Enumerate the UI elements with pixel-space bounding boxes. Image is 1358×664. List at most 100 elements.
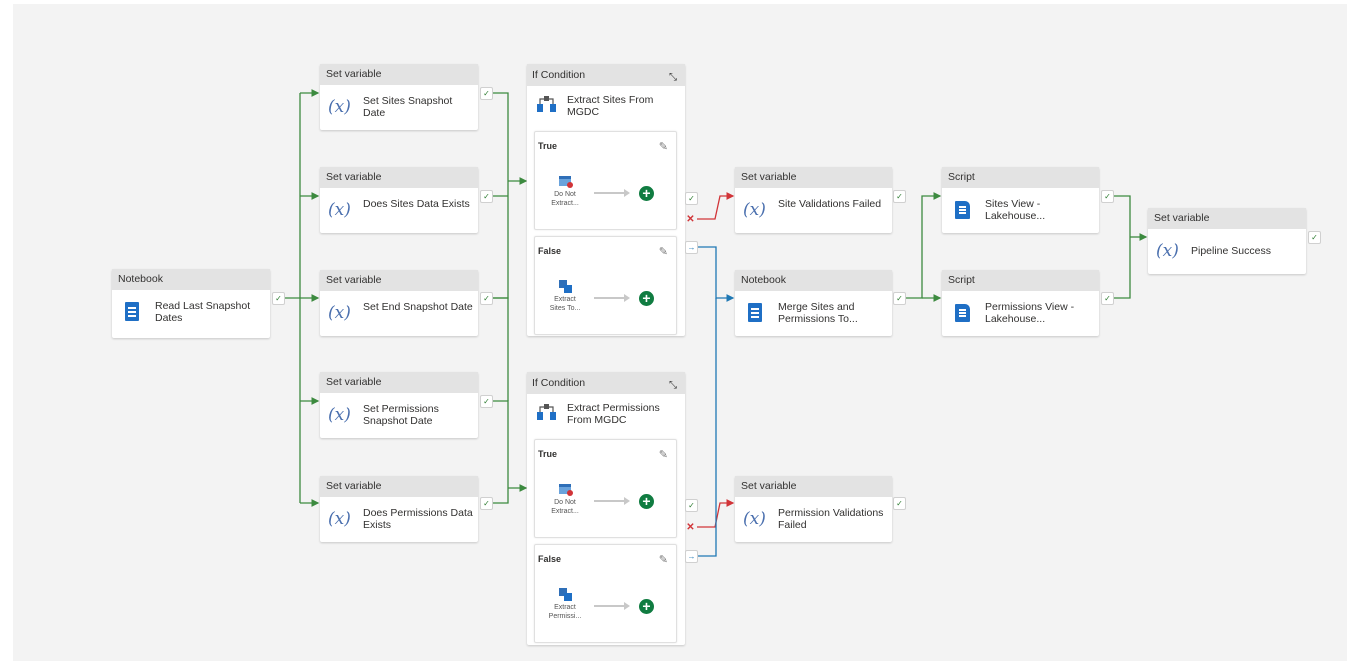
activity-type-label: Script — [942, 270, 1099, 291]
activity-type-label: Set variable — [320, 372, 478, 393]
branch-activity-name: Do Not Extract... — [551, 499, 579, 515]
notebook-merge-sites-and-permissions[interactable]: Notebook Merge Sites and Permissions To.… — [735, 270, 892, 336]
plus-icon[interactable]: + — [639, 494, 654, 509]
notebook-icon — [125, 302, 139, 321]
script-permissions-view-lakehouse[interactable]: Script Permissions View - Lakehouse... — [942, 270, 1099, 336]
activity-name: Pipeline Success — [1191, 245, 1271, 257]
variable-x-icon: (x) — [743, 200, 766, 220]
script-icon — [955, 304, 970, 322]
activity-type-label: Set variable — [735, 167, 892, 188]
setvar-does-sites-data-exists[interactable]: Set variable (x) Does Sites Data Exists — [320, 167, 478, 233]
setvar-permission-validations-failed[interactable]: Set variable (x) Permission Validations F… — [735, 476, 892, 542]
activity-type-label: If Condition — [532, 69, 586, 81]
script-sites-view-lakehouse[interactable]: Script Sites View - Lakehouse... — [942, 167, 1099, 233]
branch-label: False — [538, 246, 562, 256]
setvar-does-permissions-data-exists[interactable]: Set variable (x) Does Permissions Data Ex… — [320, 476, 478, 542]
branch-label: True — [538, 141, 558, 151]
copy-data-icon — [559, 588, 572, 601]
activity-type-label: Set variable — [735, 476, 892, 497]
branch-label: True — [538, 449, 558, 459]
pencil-icon[interactable]: ✎ — [659, 448, 668, 461]
if-condition-extract-permissions[interactable]: If Condition ⤡ Extract Permissions From M… — [527, 372, 685, 645]
add-arrow — [594, 294, 630, 302]
branch-activity-name: Extract Permissi... — [548, 604, 582, 620]
activity-name: Does Permissions Data Exists — [363, 507, 473, 531]
collapse-icon[interactable]: ⤡ — [669, 67, 677, 89]
variable-x-icon: (x) — [328, 200, 351, 220]
activity-type-label: Set variable — [320, 64, 478, 85]
activity-name: Merge Sites and Permissions To... — [778, 301, 858, 325]
copy-data-icon — [559, 280, 572, 293]
activity-name: Does Sites Data Exists — [363, 198, 470, 210]
activity-name: Read Last Snapshot Dates — [155, 300, 251, 324]
success-port-checkmark-icon[interactable]: ✓ — [893, 292, 906, 305]
branch-label: False — [538, 554, 562, 564]
activity-name: Set End Snapshot Date — [363, 301, 473, 313]
set-variable-fail-icon — [559, 176, 573, 188]
setvar-site-validations-failed[interactable]: Set variable (x) Site Validations Failed — [735, 167, 892, 233]
activity-type-label: Script — [942, 167, 1099, 188]
success-port-checkmark-icon[interactable]: ✓ — [685, 192, 698, 205]
if-condition-title: Extract Sites From MGDC — [567, 94, 654, 118]
if-condition-icon — [537, 96, 556, 112]
plus-icon[interactable]: + — [639, 291, 654, 306]
branch-activity-name: Extract Sites To... — [549, 296, 581, 312]
activity-name: Sites View - Lakehouse... — [985, 198, 1046, 222]
plus-icon[interactable]: + — [639, 599, 654, 614]
branch-activity-name: Do Not Extract... — [551, 191, 579, 207]
success-port-checkmark-icon[interactable]: ✓ — [480, 292, 493, 305]
success-port-checkmark-icon[interactable]: ✓ — [480, 190, 493, 203]
activity-type-label: Notebook — [112, 269, 270, 290]
if-condition-title: Extract Permissions From MGDC — [567, 402, 660, 426]
success-port-checkmark-icon[interactable]: ✓ — [1101, 190, 1114, 203]
success-port-checkmark-icon[interactable]: ✓ — [480, 395, 493, 408]
setvar-set-sites-snapshot-date[interactable]: Set variable (x) Set Sites Snapshot Date — [320, 64, 478, 130]
activity-name: Permission Validations Failed — [778, 507, 884, 531]
setvar-pipeline-success[interactable]: Set variable (x) Pipeline Success — [1148, 208, 1306, 274]
variable-x-icon: (x) — [1156, 241, 1179, 261]
activity-type-label: Set variable — [320, 167, 478, 188]
activity-name: Permissions View - Lakehouse... — [985, 301, 1075, 325]
variable-x-icon: (x) — [328, 405, 351, 425]
setvar-set-end-snapshot-date[interactable]: Set variable (x) Set End Snapshot Date — [320, 270, 478, 336]
false-branch[interactable]: False ✎ Extract Permissi... + — [534, 544, 677, 643]
if-condition-extract-sites[interactable]: If Condition ⤡ Extract Sites From MGDC Tr… — [527, 64, 685, 336]
completion-port-arrow-right-icon[interactable]: → — [685, 241, 698, 254]
success-port-checkmark-icon[interactable]: ✓ — [893, 497, 906, 510]
true-branch[interactable]: True ✎ Do Not Extract... + — [534, 439, 677, 538]
activity-type-label: Set variable — [320, 476, 478, 497]
success-port-checkmark-icon[interactable]: ✓ — [685, 499, 698, 512]
activity-type-label: If Condition — [532, 377, 586, 389]
activity-name: Set Sites Snapshot Date — [363, 95, 453, 119]
failure-port-x-icon[interactable]: ✕ — [685, 522, 696, 533]
success-port-checkmark-icon[interactable]: ✓ — [893, 190, 906, 203]
variable-x-icon: (x) — [328, 303, 351, 323]
set-variable-fail-icon — [559, 484, 573, 496]
success-port-checkmark-icon[interactable]: ✓ — [272, 292, 285, 305]
failure-port-x-icon[interactable]: ✕ — [685, 214, 696, 225]
plus-icon[interactable]: + — [639, 186, 654, 201]
add-arrow — [594, 497, 630, 505]
success-port-checkmark-icon[interactable]: ✓ — [1308, 231, 1321, 244]
pencil-icon[interactable]: ✎ — [659, 245, 668, 258]
collapse-icon[interactable]: ⤡ — [669, 375, 677, 397]
pencil-icon[interactable]: ✎ — [659, 140, 668, 153]
completion-port-arrow-right-icon[interactable]: → — [685, 550, 698, 563]
add-arrow — [594, 602, 630, 610]
pencil-icon[interactable]: ✎ — [659, 553, 668, 566]
setvar-set-permissions-snapshot-date[interactable]: Set variable (x) Set Permissions Snapshot… — [320, 372, 478, 438]
success-port-checkmark-icon[interactable]: ✓ — [480, 497, 493, 510]
variable-x-icon: (x) — [328, 509, 351, 529]
script-icon — [955, 201, 970, 219]
success-port-checkmark-icon[interactable]: ✓ — [480, 87, 493, 100]
notebook-read-last-snapshot-dates[interactable]: Notebook Read Last Snapshot Dates — [112, 269, 270, 338]
activity-name: Site Validations Failed — [778, 198, 882, 210]
add-arrow — [594, 189, 630, 197]
variable-x-icon: (x) — [328, 97, 351, 117]
if-condition-icon — [537, 404, 556, 420]
activity-type-label: Notebook — [735, 270, 892, 291]
true-branch[interactable]: True ✎ Do Not Extract... + — [534, 131, 677, 230]
activity-name: Set Permissions Snapshot Date — [363, 403, 439, 427]
false-branch[interactable]: False ✎ Extract Sites To... + — [534, 236, 677, 335]
success-port-checkmark-icon[interactable]: ✓ — [1101, 292, 1114, 305]
